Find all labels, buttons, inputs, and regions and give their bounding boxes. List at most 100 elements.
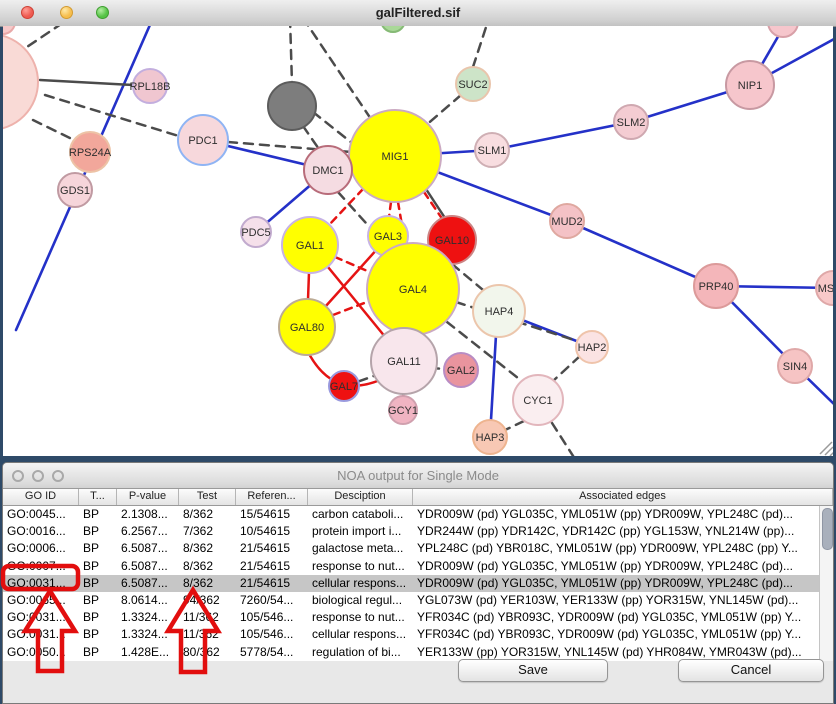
column-header-desciption[interactable]: Desciption (308, 489, 413, 505)
column-header-p-value[interactable]: P-value (117, 489, 179, 505)
node-unlabeled[interactable] (768, 26, 798, 37)
svg-text:MSN5: MSN5 (818, 283, 833, 295)
node-gcy1[interactable]: GCY1 (388, 396, 418, 424)
table-row[interactable]: GO:0031...BP1.3324...11/362105/546...cel… (3, 626, 833, 643)
node-hap2[interactable]: HAP2 (576, 331, 608, 363)
node-unlabeled[interactable] (268, 82, 316, 130)
table-cell: regulation of bi... (308, 644, 413, 661)
node-gal11[interactable]: GAL11 (371, 328, 437, 394)
column-header-go-id[interactable]: GO ID (3, 489, 79, 505)
svg-text:GAL11: GAL11 (387, 356, 420, 368)
table-cell: YDR009W (pd) YGL035C, YML051W (pp) YDR00… (413, 575, 833, 592)
cancel-button[interactable]: Cancel (678, 659, 824, 682)
network-edge (553, 356, 580, 381)
svg-text:PDC5: PDC5 (241, 227, 270, 239)
svg-text:HAP4: HAP4 (485, 306, 514, 318)
svg-text:HAP2: HAP2 (578, 342, 607, 354)
table-cell: BP (79, 540, 117, 557)
network-edge (290, 26, 292, 84)
node-rps24a[interactable]: RPS24A (69, 132, 112, 172)
node-gal80[interactable]: GAL80 (279, 299, 335, 355)
node-hap3[interactable]: HAP3 (473, 420, 507, 454)
svg-text:RPS24A: RPS24A (69, 147, 112, 159)
svg-text:GAL3: GAL3 (374, 231, 402, 243)
table-row[interactable]: GO:0031...BP1.3324...11/362105/546...res… (3, 609, 833, 626)
node-rpl18b[interactable]: RPL18B (130, 69, 171, 103)
table-row[interactable]: GO:0007...BP6.5087...8/36221/54615respon… (3, 558, 833, 575)
table-row[interactable]: GO:0006...BP6.5087...8/36221/54615galact… (3, 540, 833, 557)
table-cell: YFR034C (pd) YBR093C, YDR009W (pd) YGL03… (413, 609, 833, 626)
table-row[interactable]: GO:0045...BP2.1308...8/36215/54615carbon… (3, 506, 833, 523)
node-suc2[interactable]: SUC2 (456, 67, 490, 101)
scrollbar-thumb[interactable] (822, 508, 833, 550)
table-cell: 2.1308... (117, 506, 179, 523)
svg-text:GDS1: GDS1 (60, 185, 90, 197)
table-cell: GO:0031... (3, 626, 79, 643)
table-row[interactable]: GO:0065...BP8.0614...94/3627260/54...bio… (3, 592, 833, 609)
table-cell: BP (79, 626, 117, 643)
network-canvas[interactable]: RPL18B RPS24A GDS1 PDC1 MIG1DMC1 PDC5 SUC2 SLM1… (3, 26, 833, 456)
table-cell: GO:0031... (3, 609, 79, 626)
table-cell: GO:0006... (3, 540, 79, 557)
vertical-scrollbar[interactable] (819, 506, 833, 661)
network-graph: RPL18B RPS24A GDS1 PDC1 MIG1DMC1 PDC5 SUC2 SLM1… (3, 26, 833, 456)
node-mud2[interactable]: MUD2 (550, 204, 584, 238)
svg-text:GAL4: GAL4 (399, 284, 427, 296)
node-slm2[interactable]: SLM2 (614, 105, 648, 139)
node-pdc1[interactable]: PDC1 (178, 115, 228, 165)
table-cell: carbon cataboli... (308, 506, 413, 523)
table-cell: GO:0016... (3, 523, 79, 540)
resize-grip[interactable] (820, 442, 833, 456)
node-gal4[interactable]: GAL4 (367, 243, 459, 335)
table-cell: 105/546... (236, 609, 308, 626)
network-edge (40, 80, 133, 85)
node-gal2[interactable]: GAL2 (444, 353, 478, 387)
table-cell: BP (79, 644, 117, 661)
node-msn5[interactable]: MSN5 (816, 271, 833, 305)
column-header-referen[interactable]: Referen... (236, 489, 308, 505)
table-cell: response to nut... (308, 609, 413, 626)
node-gal1[interactable]: GAL1 (282, 217, 338, 273)
table-cell: YDR009W (pd) YGL035C, YML051W (pp) YDR00… (413, 506, 833, 523)
table-cell: 8.0614... (117, 592, 179, 609)
table-cell: 1.428E... (117, 644, 179, 661)
column-header-associated-edges[interactable]: Associated edges (413, 489, 833, 505)
node-gal7[interactable]: GAL7 (329, 371, 359, 401)
node-cyc1[interactable]: CYC1 (513, 375, 563, 425)
table-cell: GO:0007... (3, 558, 79, 575)
table-cell: 1.3324... (117, 609, 179, 626)
node-unlabeled[interactable] (3, 34, 38, 130)
svg-text:SLM1: SLM1 (478, 145, 507, 157)
node-unlabeled[interactable] (3, 26, 15, 34)
node-hap4[interactable]: HAP4 (473, 285, 525, 337)
save-button[interactable]: Save (458, 659, 608, 682)
noa-window-title: NOA output for Single Mode (3, 468, 833, 483)
network-edge (473, 26, 489, 67)
table-cell: 80/362 (179, 644, 236, 661)
network-edge (552, 423, 575, 456)
svg-text:GCY1: GCY1 (388, 405, 418, 417)
network-edge (33, 120, 74, 140)
svg-text:SUC2: SUC2 (458, 79, 487, 91)
table-cell: GO:0031... (3, 575, 79, 592)
node-nip1[interactable]: NIP1 (726, 61, 774, 109)
svg-text:SIN4: SIN4 (783, 361, 807, 373)
column-header-test[interactable]: Test (179, 489, 236, 505)
node-prp40[interactable]: PRP40 (694, 264, 738, 308)
table-row[interactable]: GO:0016...BP6.2567...7/36210/54615protei… (3, 523, 833, 540)
table-cell: BP (79, 575, 117, 592)
column-header-t[interactable]: T... (79, 489, 117, 505)
table-cell: 10/54615 (236, 523, 308, 540)
network-window: galFiltered.sif RPL18BRPS24AGDS1PDC1MIG1… (0, 0, 836, 456)
network-edge (567, 221, 716, 286)
node-gds1[interactable]: GDS1 (58, 173, 92, 207)
table-cell: cellular respons... (308, 626, 413, 643)
node-slm1[interactable]: SLM1 (475, 133, 509, 167)
table-row[interactable]: GO:0031...BP6.5087...8/36221/54615cellul… (3, 575, 833, 592)
node-dmc1[interactable]: DMC1 (304, 146, 352, 194)
node-unlabeled[interactable] (381, 26, 405, 32)
node-mig1[interactable]: MIG1 (349, 110, 441, 202)
svg-text:PRP40: PRP40 (699, 281, 734, 293)
node-pdc5[interactable]: PDC5 (241, 217, 271, 247)
node-sin4[interactable]: SIN4 (778, 349, 812, 383)
